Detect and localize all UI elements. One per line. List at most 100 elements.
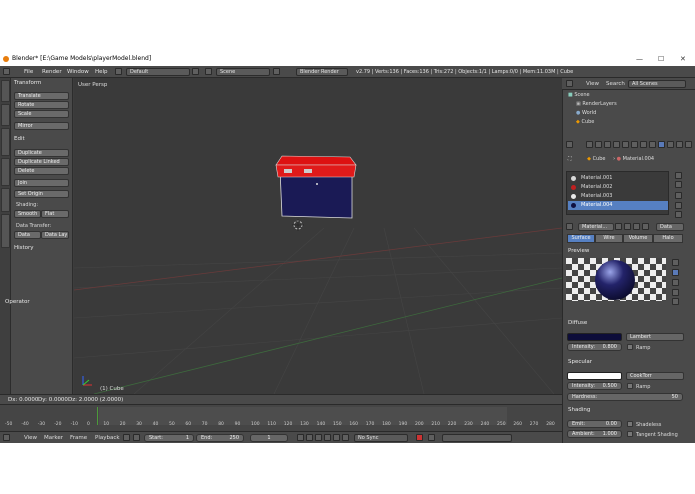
specular-panel-header[interactable]: Specular xyxy=(568,359,592,365)
3d-viewport[interactable]: User Persp (1) Cube xyxy=(74,78,562,394)
layout-close-icon[interactable] xyxy=(192,68,199,75)
timeline-menu-playback[interactable]: Playback xyxy=(95,432,120,444)
diffuse-intensity-field[interactable]: Intensity: 0.800 xyxy=(567,343,622,351)
texture-tab-icon[interactable] xyxy=(667,141,674,148)
tab-create[interactable] xyxy=(1,104,10,126)
end-frame-field[interactable]: End: 250 xyxy=(196,434,244,442)
minimize-icon[interactable]: — xyxy=(636,52,643,66)
outliner-row-cube[interactable]: ◆ Cube xyxy=(576,118,695,127)
material-tab-icon[interactable] xyxy=(658,141,665,148)
material-new-icon[interactable] xyxy=(633,223,640,230)
preview-panel-header[interactable]: Preview xyxy=(568,248,589,254)
cube-model[interactable] xyxy=(272,151,362,226)
specular-ramp-checkbox[interactable] xyxy=(627,383,633,389)
slot-specials-icon[interactable] xyxy=(675,192,682,199)
data-transfer-button[interactable]: Data xyxy=(14,231,41,239)
timeline-menu-marker[interactable]: Marker xyxy=(44,432,63,444)
remove-slot-icon[interactable] xyxy=(675,181,682,188)
tab-relations[interactable] xyxy=(1,128,10,156)
specular-shader-dropdown[interactable]: CookTorr xyxy=(626,372,684,380)
material-slot-selected[interactable]: Material.004 xyxy=(568,201,668,210)
render-tab-icon[interactable] xyxy=(586,141,593,148)
data-tab-icon[interactable] xyxy=(649,141,656,148)
outliner-row-renderlayers[interactable]: ▣ RenderLayers xyxy=(576,100,695,109)
set-origin-dropdown[interactable]: Set Origin xyxy=(14,190,69,198)
flat-button[interactable]: Flat xyxy=(41,210,69,218)
move-up-icon[interactable] xyxy=(675,202,682,209)
duplicate-linked-button[interactable]: Duplicate Linked xyxy=(14,158,69,166)
outliner-editor-icon[interactable] xyxy=(566,80,573,87)
material-name-field[interactable]: Material... xyxy=(578,223,614,231)
preview-flat-icon[interactable] xyxy=(672,259,679,266)
next-keyframe-icon[interactable] xyxy=(333,434,340,441)
diffuse-shader-dropdown[interactable]: Lambert xyxy=(626,333,684,341)
scene-tab-icon[interactable] xyxy=(604,141,611,148)
physics-tab-icon[interactable] xyxy=(685,141,692,148)
menu-window[interactable]: Window xyxy=(67,66,89,78)
delete-button[interactable]: Delete xyxy=(14,167,69,175)
tab-grease-pencil[interactable] xyxy=(1,214,10,248)
preview-hair-icon[interactable] xyxy=(672,298,679,305)
translate-button[interactable]: Translate xyxy=(14,92,69,100)
modifiers-tab-icon[interactable] xyxy=(640,141,647,148)
diffuse-panel-header[interactable]: Diffuse xyxy=(568,320,587,326)
preview-cube-icon[interactable] xyxy=(672,279,679,286)
smooth-button[interactable]: Smooth xyxy=(14,210,41,218)
material-slot[interactable]: Material.002 xyxy=(568,183,668,192)
render-engine-dropdown[interactable]: Blender Render xyxy=(296,68,348,76)
keying-set-field[interactable] xyxy=(442,434,512,442)
edit-panel-header[interactable]: Edit xyxy=(14,136,25,142)
tab-volume[interactable]: Volume xyxy=(623,234,653,243)
particles-tab-icon[interactable] xyxy=(676,141,683,148)
preview-range-icon[interactable] xyxy=(123,434,130,441)
play-reverse-icon[interactable] xyxy=(315,434,322,441)
outliner-menu-search[interactable]: Search xyxy=(606,78,625,90)
transform-panel-header[interactable]: Transform xyxy=(14,80,41,86)
outliner-row-world[interactable]: ● World xyxy=(576,109,695,118)
tab-halo[interactable]: Halo xyxy=(653,234,683,243)
layout-field[interactable]: Default xyxy=(126,68,190,76)
operator-panel-header[interactable]: Operator xyxy=(5,299,30,305)
menu-file[interactable]: File xyxy=(24,66,33,78)
shading-panel-header[interactable]: Shading xyxy=(568,407,590,413)
timeline-menu-frame[interactable]: Frame xyxy=(70,432,87,444)
layers-tab-icon[interactable] xyxy=(595,141,602,148)
prev-keyframe-icon[interactable] xyxy=(306,434,313,441)
rotate-button[interactable]: Rotate xyxy=(14,101,69,109)
shadeless-checkbox[interactable] xyxy=(627,421,633,427)
play-icon[interactable] xyxy=(324,434,331,441)
join-button[interactable]: Join xyxy=(14,179,69,187)
maximize-icon[interactable]: ☐ xyxy=(658,52,664,66)
pin-icon[interactable]: ⛶ xyxy=(568,156,572,162)
link-data-dropdown[interactable]: Data xyxy=(656,223,684,231)
material-slot[interactable]: Material.001 xyxy=(568,174,668,183)
scene-icon[interactable] xyxy=(205,68,212,75)
use-preview-icon[interactable] xyxy=(133,434,140,441)
material-users-icon[interactable] xyxy=(615,223,622,230)
properties-editor-icon[interactable] xyxy=(566,141,573,148)
close-icon[interactable]: ✕ xyxy=(680,52,686,66)
ambient-field[interactable]: Ambient: 1.000 xyxy=(567,430,622,438)
scale-button[interactable]: Scale xyxy=(14,110,69,118)
start-frame-field[interactable]: Start: 1 xyxy=(144,434,194,442)
outliner-filter-dropdown[interactable]: All Scenes xyxy=(628,80,686,88)
scene-close-icon[interactable] xyxy=(273,68,280,75)
preview-sphere-icon[interactable] xyxy=(672,269,679,276)
object-tab-icon[interactable] xyxy=(622,141,629,148)
add-slot-icon[interactable] xyxy=(675,172,682,179)
diffuse-ramp-checkbox[interactable] xyxy=(627,344,633,350)
move-down-icon[interactable] xyxy=(675,211,682,218)
screen-layout-icon[interactable] xyxy=(115,68,122,75)
tab-animation[interactable] xyxy=(1,158,10,186)
tangent-shading-checkbox[interactable] xyxy=(627,431,633,437)
sync-dropdown[interactable]: No Sync xyxy=(354,434,408,442)
mirror-button[interactable]: Mirror xyxy=(14,122,69,130)
diffuse-color-swatch[interactable] xyxy=(567,333,622,341)
menu-help[interactable]: Help xyxy=(95,66,108,78)
material-browse-icon[interactable] xyxy=(566,223,573,230)
specular-color-swatch[interactable] xyxy=(567,372,622,380)
jump-start-icon[interactable] xyxy=(297,434,304,441)
menu-render[interactable]: Render xyxy=(42,66,62,78)
constraints-tab-icon[interactable] xyxy=(631,141,638,148)
hardness-field[interactable]: Hardness: 50 xyxy=(567,393,683,401)
